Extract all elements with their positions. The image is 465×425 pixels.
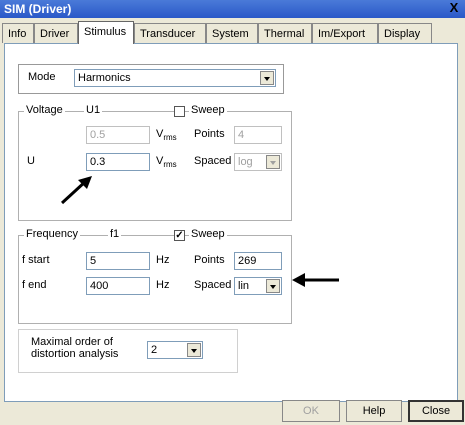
distortion-order-select[interactable]: 2	[147, 341, 203, 359]
voltage-u-field[interactable]: 0.3	[86, 153, 150, 171]
voltage-points-field[interactable]: 4	[234, 126, 282, 144]
fstart-unit: Hz	[156, 254, 170, 266]
annotation-arrow-icon	[292, 273, 339, 287]
chevron-down-icon[interactable]	[266, 279, 280, 293]
voltage-spaced-select[interactable]: log	[234, 153, 282, 171]
mode-label: Mode	[28, 71, 56, 83]
tab-im-export[interactable]: Im/Export	[312, 23, 378, 43]
tab-display[interactable]: Display	[378, 23, 432, 43]
dialog-window: SIM (Driver) X Info Driver Stimulus Tran…	[0, 0, 465, 425]
fend-label: f end	[22, 279, 47, 291]
stimulus-panel: Mode Harmonics Voltage U1 Sweep 0.5 Vrms…	[4, 43, 458, 402]
frequency-spaced-label: Spaced	[194, 279, 232, 291]
voltage-unit-row1: Vrms	[156, 128, 177, 142]
unit-rms: rms	[163, 160, 177, 169]
voltage-name: U1	[84, 104, 103, 116]
frequency-name: f1	[108, 228, 122, 240]
annotation-arrow-icon	[60, 176, 92, 205]
chevron-down-icon[interactable]	[266, 155, 280, 169]
close-window-icon[interactable]: X	[447, 1, 461, 15]
voltage-amplitude-field[interactable]: 0.5	[86, 126, 150, 144]
distortion-order-value: 2	[151, 344, 158, 356]
voltage-points-label: Points	[194, 128, 225, 140]
distortion-label: Maximal order of distortion analysis	[31, 336, 118, 360]
fend-field[interactable]: 400	[86, 277, 150, 295]
chevron-down-icon[interactable]	[260, 71, 274, 85]
voltage-spaced-label: Spaced	[194, 155, 232, 167]
frequency-points-label: Points	[194, 254, 225, 266]
unit-rms: rms	[163, 133, 177, 142]
frequency-group: Frequency f1 ✓ Sweep f start 5 Hz Points…	[18, 228, 292, 324]
distortion-label-line1: Maximal order of	[31, 336, 113, 348]
voltage-legend: Voltage	[24, 104, 65, 116]
frequency-spaced-value: lin	[238, 280, 250, 292]
mode-select[interactable]: Harmonics	[74, 69, 276, 87]
fstart-field[interactable]: 5	[86, 252, 150, 270]
mode-row: Mode Harmonics	[18, 64, 284, 94]
tab-system[interactable]: System	[206, 23, 258, 43]
voltage-spaced-value: log	[238, 156, 253, 168]
frequency-sweep-label: Sweep	[189, 228, 227, 240]
voltage-u-label: U	[27, 155, 35, 167]
voltage-group: Voltage U1 Sweep 0.5 Vrms Points 4 U 0.3…	[18, 104, 292, 221]
voltage-unit-row2: Vrms	[156, 155, 177, 169]
tab-info[interactable]: Info	[2, 23, 34, 43]
mode-select-value: Harmonics	[78, 72, 131, 84]
help-button[interactable]: Help	[346, 400, 402, 422]
distortion-row: Maximal order of distortion analysis 2	[18, 329, 238, 373]
window-title: SIM (Driver)	[4, 2, 72, 16]
tab-transducer[interactable]: Transducer	[134, 23, 206, 43]
frequency-points-field[interactable]: 269	[234, 252, 282, 270]
tab-strip: Info Driver Stimulus Transducer System T…	[0, 21, 465, 45]
frequency-sweep-checkbox[interactable]: ✓	[174, 230, 185, 241]
distortion-label-line2: distortion analysis	[31, 348, 119, 360]
title-bar: SIM (Driver) X	[0, 0, 465, 18]
tab-stimulus[interactable]: Stimulus	[78, 21, 134, 44]
frequency-spaced-select[interactable]: lin	[234, 277, 282, 295]
frequency-legend: Frequency	[24, 228, 80, 240]
voltage-sweep-checkbox[interactable]	[174, 106, 185, 117]
ok-button[interactable]: OK	[282, 400, 340, 422]
tab-thermal[interactable]: Thermal	[258, 23, 312, 43]
fstart-label: f start	[22, 254, 50, 266]
voltage-sweep-label: Sweep	[189, 104, 227, 116]
close-button[interactable]: Close	[408, 400, 464, 422]
tab-driver[interactable]: Driver	[34, 23, 78, 43]
fend-unit: Hz	[156, 279, 170, 291]
chevron-down-icon[interactable]	[187, 343, 201, 357]
